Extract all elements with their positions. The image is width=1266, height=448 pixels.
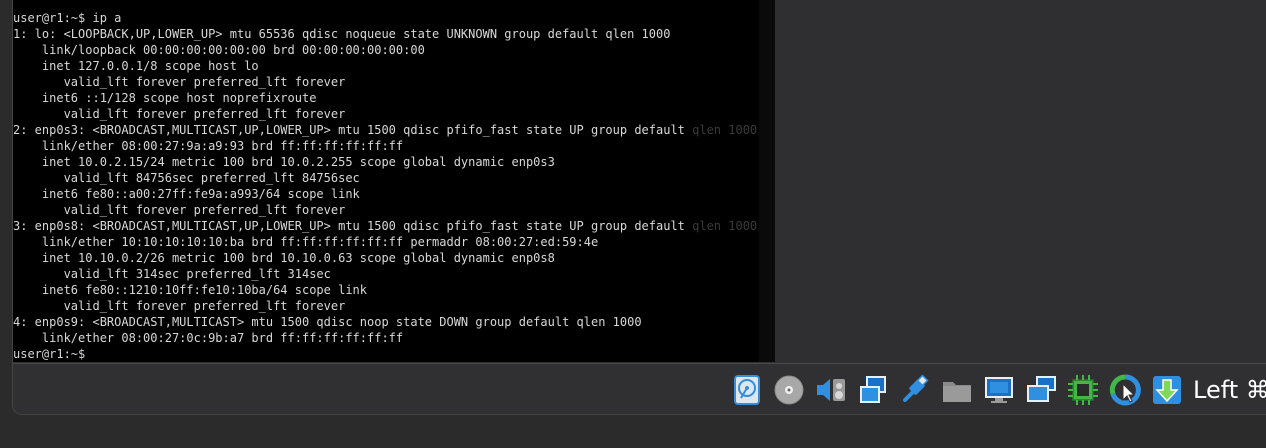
terminal-line: valid_lft forever preferred_lft forever <box>13 74 757 90</box>
vm-console[interactable]: user@r1:~$ ip a 1: lo: <LOOPBACK,UP,LOWER… <box>13 0 759 362</box>
terminal-line-text: valid_lft forever preferred_lft forever <box>13 203 346 217</box>
mouse-integration-icon[interactable] <box>1107 372 1143 408</box>
terminal-line-text: valid_lft forever preferred_lft forever <box>13 299 346 313</box>
terminal-line: 4: enp0s9: <BROADCAST,MULTICAST> mtu 150… <box>13 314 757 330</box>
terminal-line-text: valid_lft forever preferred_lft forever <box>13 107 346 121</box>
terminal-line-text: inet6 fe80::a00:27ff:fe9a:a993/64 scope … <box>13 187 360 201</box>
hard-disk-icon[interactable] <box>729 372 765 408</box>
terminal-line: link/ether 10:10:10:10:10:ba brd ff:ff:f… <box>13 234 757 250</box>
terminal-line: valid_lft 314sec preferred_lft 314sec <box>13 266 757 282</box>
audio-icon[interactable] <box>813 372 849 408</box>
optical-drive-icon[interactable] <box>771 372 807 408</box>
terminal-line-overflow: qlen 1000 <box>692 219 758 233</box>
terminal-line-text: link/ether 08:00:27:9a:a9:93 brd ff:ff:f… <box>13 139 404 153</box>
terminal-line: valid_lft forever preferred_lft forever <box>13 202 757 218</box>
vm-window: user@r1:~$ ip a 1: lo: <LOOPBACK,UP,LOWER… <box>12 0 1266 415</box>
usb-icon[interactable] <box>897 372 933 408</box>
terminal-line-text: 1: lo: <LOOPBACK,UP,LOWER_UP> mtu 65536 … <box>13 27 671 41</box>
terminal-line: inet 10.0.2.15/24 metric 100 brd 10.0.2.… <box>13 154 757 170</box>
terminal-line: valid_lft forever preferred_lft forever <box>13 298 757 314</box>
display-icon[interactable] <box>981 372 1017 408</box>
terminal-line: inet6 ::1/128 scope host noprefixroute <box>13 90 757 106</box>
terminal-line-overflow: qlen 1000 <box>692 123 758 137</box>
terminal-line-text: link/ether 10:10:10:10:10:ba brd ff:ff:f… <box>13 235 599 249</box>
terminal-line: link/loopback 00:00:00:00:00:00 brd 00:0… <box>13 42 757 58</box>
terminal-line: inet 127.0.0.1/8 scope host lo <box>13 58 757 74</box>
terminal-line-text: valid_lft 314sec preferred_lft 314sec <box>13 267 331 281</box>
terminal-line-text: inet 127.0.0.1/8 scope host lo <box>13 59 259 73</box>
terminal-line: valid_lft 84756sec preferred_lft 84756se… <box>13 170 757 186</box>
console-edge <box>759 0 775 362</box>
terminal-line-text: link/loopback 00:00:00:00:00:00 brd 00:0… <box>13 43 425 57</box>
device-tray <box>729 370 1185 410</box>
network-icon[interactable] <box>855 372 891 408</box>
terminal-line-text: inet 10.0.2.15/24 metric 100 brd 10.0.2.… <box>13 155 555 169</box>
terminal-line-text: inet6 ::1/128 scope host noprefixroute <box>13 91 317 105</box>
terminal-line: link/ether 08:00:27:0c:9b:a7 brd ff:ff:f… <box>13 330 757 346</box>
terminal-line: link/ether 08:00:27:9a:a9:93 brd ff:ff:f… <box>13 138 757 154</box>
terminal-line: inet 10.10.0.2/26 metric 100 brd 10.10.0… <box>13 250 757 266</box>
terminal-line: user@r1:~$ <box>13 346 757 362</box>
host-key-label[interactable]: Left ⌘ <box>1193 376 1266 404</box>
terminal-line-text: user@r1:~$ ip a <box>13 11 122 25</box>
status-bar: Left ⌘ <box>13 363 1266 414</box>
terminal-line-text: valid_lft 84756sec preferred_lft 84756se… <box>13 171 360 185</box>
terminal-line: 2: enp0s3: <BROADCAST,MULTICAST,UP,LOWER… <box>13 122 757 138</box>
terminal-line: valid_lft forever preferred_lft forever <box>13 106 757 122</box>
terminal-line-text: valid_lft forever preferred_lft forever <box>13 75 346 89</box>
terminal-line: 1: lo: <LOOPBACK,UP,LOWER_UP> mtu 65536 … <box>13 26 757 42</box>
terminal-line: inet6 fe80::a00:27ff:fe9a:a993/64 scope … <box>13 186 757 202</box>
terminal-line-text: 2: enp0s3: <BROADCAST,MULTICAST,UP,LOWER… <box>13 123 693 137</box>
terminal-line: inet6 fe80::1210:10ff:fe10:10ba/64 scope… <box>13 282 757 298</box>
video-capture-icon[interactable] <box>1023 372 1059 408</box>
terminal-line: 3: enp0s8: <BROADCAST,MULTICAST,UP,LOWER… <box>13 218 757 234</box>
terminal-line-text: 3: enp0s8: <BROADCAST,MULTICAST,UP,LOWER… <box>13 219 693 233</box>
terminal-output[interactable]: user@r1:~$ ip a 1: lo: <LOOPBACK,UP,LOWER… <box>13 10 757 362</box>
keyboard-capture-icon[interactable] <box>1149 372 1185 408</box>
shared-folders-icon[interactable] <box>939 372 975 408</box>
terminal-line-text: inet6 fe80::1210:10ff:fe10:10ba/64 scope… <box>13 283 368 297</box>
terminal-line-text: user@r1:~$ <box>13 347 93 361</box>
cpu-icon[interactable] <box>1065 372 1101 408</box>
terminal-line-text: link/ether 08:00:27:0c:9b:a7 brd ff:ff:f… <box>13 331 404 345</box>
terminal-line: user@r1:~$ ip a <box>13 10 757 26</box>
terminal-line-text: inet 10.10.0.2/26 metric 100 brd 10.10.0… <box>13 251 555 265</box>
terminal-line-text: 4: enp0s9: <BROADCAST,MULTICAST> mtu 150… <box>13 315 642 329</box>
